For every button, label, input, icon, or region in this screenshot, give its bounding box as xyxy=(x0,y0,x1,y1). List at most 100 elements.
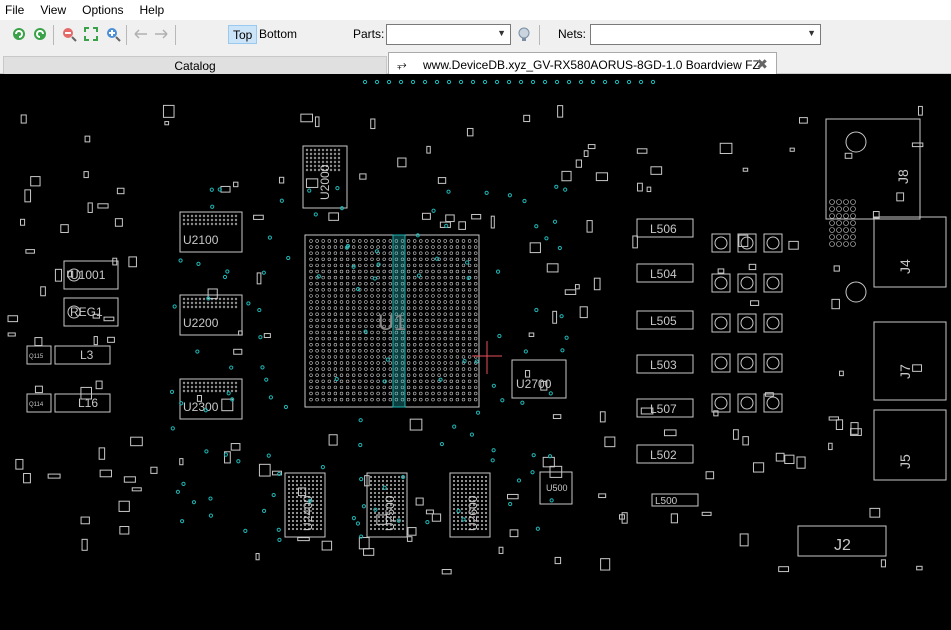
via xyxy=(196,261,201,266)
menu-help[interactable]: Help xyxy=(132,0,173,20)
menu-file[interactable]: File xyxy=(0,0,32,20)
via xyxy=(246,301,251,306)
smd-component xyxy=(119,526,130,535)
nets-combobox[interactable]: ▼ xyxy=(590,24,821,45)
smd-component xyxy=(305,178,319,188)
tab-boardview-label: www.DeviceDB.xyz_GV-RX580AORUS-8GD-1.0 B… xyxy=(423,57,760,72)
memory-ball-grid xyxy=(182,381,238,393)
via xyxy=(554,184,559,189)
regulator-label[interactable]: U2700 xyxy=(516,377,552,391)
smd-component xyxy=(798,117,808,124)
memory-chip-label[interactable]: U2500 xyxy=(383,495,397,531)
via xyxy=(334,376,339,382)
smd-component xyxy=(796,456,806,469)
gpu-label[interactable]: U1 xyxy=(378,310,406,335)
chevron-down-icon: ▼ xyxy=(497,28,506,38)
smd-component xyxy=(701,511,712,516)
part-label[interactable]: U1001 xyxy=(70,268,106,282)
smd-component xyxy=(107,336,115,343)
connector-label[interactable]: J4 xyxy=(897,259,913,274)
zoom-out-icon[interactable] xyxy=(60,25,78,43)
smd-component xyxy=(253,214,264,220)
inductor-label[interactable]: L500 xyxy=(655,496,678,507)
back-arrow-icon[interactable] xyxy=(132,25,150,43)
via xyxy=(172,304,177,309)
part-label[interactable]: U500 xyxy=(546,483,568,493)
capacitor-ring xyxy=(766,396,780,410)
connector-label[interactable]: J5 xyxy=(897,454,913,469)
via xyxy=(261,508,267,513)
capacitor-ring xyxy=(714,356,728,370)
memory-chip-label[interactable]: U2000 xyxy=(318,164,332,200)
smd-component xyxy=(263,333,271,339)
capacitor-ring xyxy=(766,236,780,250)
smd-component xyxy=(128,256,137,268)
connector-pin-grid xyxy=(829,199,856,247)
smd-component xyxy=(7,315,19,323)
smd-component xyxy=(256,272,262,285)
via xyxy=(431,208,436,213)
via xyxy=(547,454,553,459)
inductor-label[interactable]: L503 xyxy=(650,358,677,372)
part-label[interactable]: REG1 xyxy=(70,305,103,319)
menu-view[interactable]: View xyxy=(32,0,74,20)
smd-component xyxy=(98,447,106,460)
boardview-canvas[interactable]: U1 U2100 U2200 U2300 U2000 U2400 U2500 U2600 U27… xyxy=(0,74,951,630)
memory-chip-label[interactable]: U2300 xyxy=(183,400,219,414)
smd-component xyxy=(118,500,130,512)
menu-options[interactable]: Options xyxy=(74,0,131,20)
pcb-layout[interactable]: U1U2100U2200U2300U2000U2400 U2500 U2600U27… xyxy=(0,74,951,630)
via xyxy=(313,212,318,217)
via xyxy=(382,485,387,490)
via xyxy=(438,377,443,382)
close-icon[interactable]: ✖ xyxy=(756,56,768,73)
search-part-icon[interactable] xyxy=(515,25,533,43)
via xyxy=(434,256,440,261)
via xyxy=(191,500,197,505)
rotate-left-icon[interactable] xyxy=(10,25,28,43)
smd-component xyxy=(34,385,43,394)
parts-label: Parts: xyxy=(353,27,385,41)
connector-label[interactable]: J2 xyxy=(834,537,851,554)
tab-boardview[interactable]: ⥅ www.DeviceDB.xyz_GV-RX580AORUS-8GD-1.0… xyxy=(388,52,777,76)
inductor-label[interactable]: L507 xyxy=(650,402,677,416)
part-label[interactable]: Q114 xyxy=(29,402,44,408)
via xyxy=(307,188,312,193)
memory-chip-label[interactable]: U2100 xyxy=(183,233,219,247)
fit-view-icon[interactable] xyxy=(82,25,100,43)
via xyxy=(560,348,565,353)
tab-catalog[interactable]: Catalog xyxy=(3,56,387,76)
via xyxy=(264,377,269,382)
via xyxy=(508,501,513,507)
zoom-in-icon[interactable] xyxy=(104,25,122,43)
memory-chip-label[interactable]: U2200 xyxy=(183,316,219,330)
smd-component xyxy=(835,419,844,430)
memory-chip-label[interactable]: U2600 xyxy=(466,495,480,531)
part-label[interactable]: Q115 xyxy=(29,354,44,360)
via xyxy=(446,189,451,194)
smd-component xyxy=(717,268,725,274)
inductor-label[interactable]: L505 xyxy=(650,314,677,328)
smd-component xyxy=(880,559,886,568)
via xyxy=(470,79,476,85)
connector-label[interactable]: J8 xyxy=(895,169,911,184)
via xyxy=(204,449,209,454)
via xyxy=(484,190,489,195)
inductor-label[interactable]: L502 xyxy=(650,448,677,462)
part-label[interactable]: L3 xyxy=(80,348,94,362)
connector-label[interactable]: J7 xyxy=(897,364,913,379)
via xyxy=(535,526,540,531)
via xyxy=(456,508,461,514)
rotate-right-icon[interactable] xyxy=(31,25,49,43)
bottom-side-toggle[interactable]: Bottom xyxy=(255,25,301,44)
smd-component xyxy=(579,306,588,319)
smd-component xyxy=(911,142,924,148)
smd-component xyxy=(775,452,785,462)
inductor-label[interactable]: L504 xyxy=(650,267,677,281)
forward-arrow-icon[interactable] xyxy=(152,25,170,43)
top-side-toggle[interactable]: Top xyxy=(228,25,258,44)
inductor-label[interactable]: L506 xyxy=(650,222,677,236)
via xyxy=(590,79,596,85)
parts-combobox[interactable]: ▼ xyxy=(386,24,511,45)
smd-component xyxy=(112,257,118,266)
